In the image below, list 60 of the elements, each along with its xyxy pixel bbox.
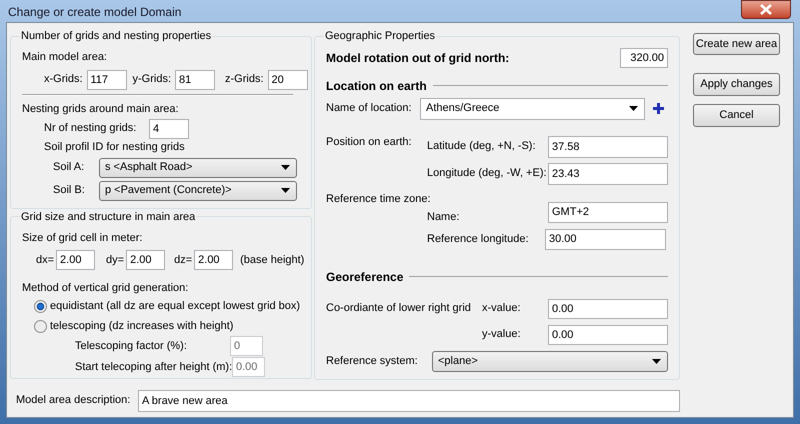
field-label: Soil A: — [53, 160, 86, 176]
field-label: Location on earth — [326, 78, 427, 94]
field-label: Nesting grids around main area: — [22, 102, 179, 118]
field-label: Nr of nesting grids: — [44, 121, 138, 136]
field-label: z-Grids: — [225, 72, 264, 88]
input-field[interactable]: 320.00 — [620, 48, 668, 68]
dropdown[interactable]: Athens/Greece — [420, 98, 645, 120]
input-field[interactable]: 23.43 — [548, 162, 668, 184]
dialog-button[interactable]: Create new area — [693, 33, 780, 55]
field-label: Start telecoping after height (m): — [75, 360, 232, 375]
field-label: Telescoping factor (%): — [75, 338, 188, 354]
field-label: Soil B: — [53, 183, 86, 198]
field-label: Co-ordiante of lower right grid — [326, 301, 472, 316]
radio-option[interactable]: telescoping (dz increases with height) — [34, 318, 234, 334]
field-label: Model area description: — [16, 393, 132, 408]
field-label: dx= — [36, 252, 54, 268]
input-field[interactable]: 2.00 — [194, 250, 234, 270]
field-label: Reference longitude: — [427, 232, 530, 247]
field-label: Main model area: — [22, 50, 107, 66]
input-field[interactable]: 0.00 — [548, 324, 668, 344]
group-title: Number of grids and nesting properties — [20, 29, 212, 44]
field-label: Reference time zone: — [326, 192, 431, 208]
field-label: Name of location: — [326, 101, 413, 116]
window-title: Change or create model Domain — [8, 4, 182, 21]
field-label: Latitude (deg, +N, -S): — [427, 139, 537, 154]
input-field[interactable]: 4 — [149, 118, 189, 138]
field-label: Size of grid cell in meter: — [22, 230, 142, 246]
dialog-button[interactable]: Cancel — [693, 104, 780, 127]
field-label: (base height) — [240, 252, 304, 268]
field-label: Georeference — [326, 268, 404, 286]
field-label: y-value: — [482, 327, 522, 342]
radio-option[interactable]: equidistant (all dz are equal except lowest grid box) — [34, 298, 300, 314]
field-label: Method of vertical grid generation: — [22, 280, 188, 296]
input-field[interactable]: 117 — [86, 70, 126, 90]
field-label: x-value: — [482, 301, 522, 316]
input-field[interactable]: 37.58 — [548, 136, 668, 158]
group-title: Geographic Properties — [324, 29, 436, 44]
field-label: Longitude (deg, -W, +E): — [427, 166, 548, 182]
field-label: Position on earth: — [326, 134, 412, 150]
input-field[interactable]: 0.00 — [548, 298, 668, 318]
input-field[interactable]: 81 — [175, 70, 215, 90]
input-field[interactable]: 30.00 — [545, 228, 666, 250]
input-field[interactable]: GMT+2 — [548, 202, 668, 222]
field-label: y-Grids: — [132, 72, 171, 88]
input-field[interactable]: 2.00 — [56, 250, 96, 270]
input-field[interactable]: 2.00 — [126, 250, 166, 270]
field-label: dy= — [106, 252, 124, 268]
input-field[interactable]: 20 — [268, 70, 308, 90]
dropdown[interactable]: s <Asphalt Road> — [99, 158, 297, 178]
field-label: dz= — [174, 252, 192, 268]
dropdown[interactable]: p <Pavement (Concrete)> — [99, 180, 297, 200]
dropdown[interactable]: <plane> — [432, 350, 668, 372]
field-label: Name: — [427, 210, 460, 225]
field-label: Soil profil ID for nesting grids — [44, 140, 185, 156]
dialog-button[interactable]: Apply changes — [693, 73, 780, 96]
field-label: Reference system: — [326, 354, 419, 369]
group-title: Grid size and structure in main area — [20, 210, 196, 224]
input-field[interactable]: A brave new area — [138, 390, 680, 412]
field-label: x-Grids: — [44, 72, 82, 88]
field-label: Model rotation out of grid north: — [326, 50, 510, 66]
